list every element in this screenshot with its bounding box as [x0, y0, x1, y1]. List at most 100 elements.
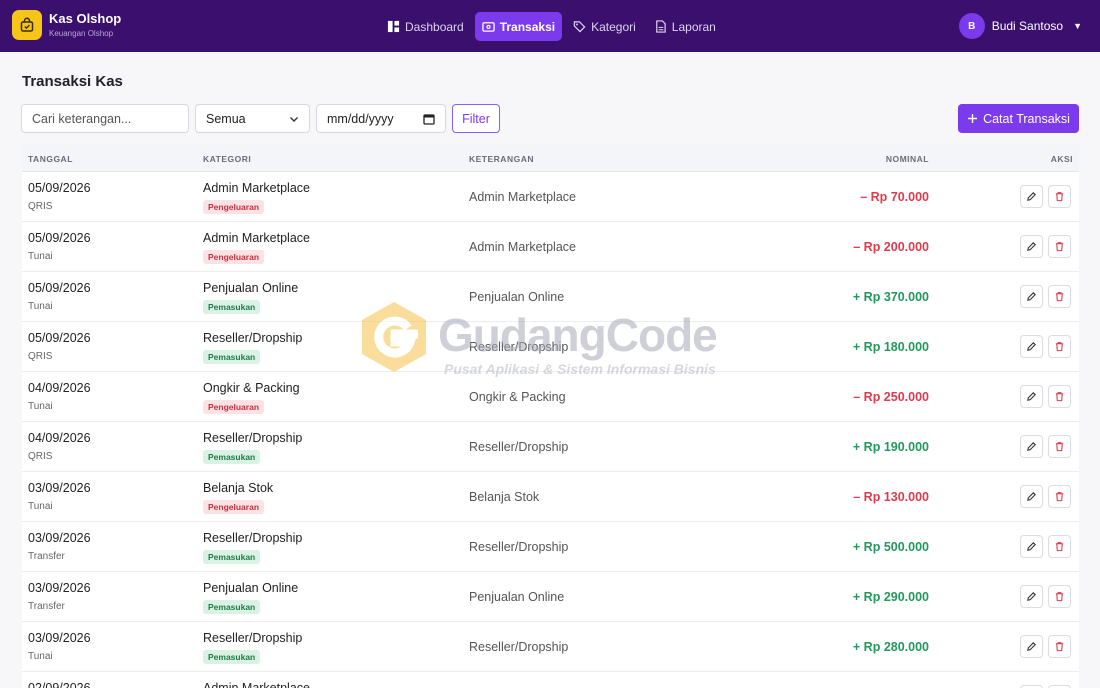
app-title: Kas Olshop: [49, 10, 122, 26]
pencil-icon: [1027, 292, 1036, 301]
row-category: Reseller/Dropship: [203, 631, 303, 645]
pencil-icon: [1027, 642, 1036, 651]
trash-icon: [1055, 392, 1064, 402]
search-input[interactable]: Cari keterangan...: [21, 104, 189, 133]
grid-icon: [387, 20, 400, 33]
row-category: Admin Marketplace: [203, 681, 310, 688]
row-category: Reseller/Dropship: [203, 531, 303, 545]
nav-kategori[interactable]: Kategori: [566, 12, 643, 41]
delete-button[interactable]: [1048, 385, 1071, 408]
row-note: Reseller/Dropship: [469, 640, 569, 654]
app-subtitle: Keuangan Olshop: [49, 28, 114, 38]
edit-button[interactable]: [1020, 635, 1043, 658]
brand[interactable]: Kas Olshop Keuangan Olshop: [12, 10, 121, 40]
pencil-icon: [1027, 192, 1036, 201]
edit-button[interactable]: [1020, 585, 1043, 608]
row-amount: + Rp 180.000: [852, 340, 929, 354]
chevron-down-icon: [290, 116, 298, 122]
date-input[interactable]: mm/dd/yyyy: [316, 104, 446, 133]
row-category: Admin Marketplace: [203, 231, 310, 245]
type-badge: Pemasukan: [203, 300, 261, 314]
pencil-icon: [1027, 542, 1036, 551]
table-row: 05/09/2026 Tunai Admin Marketplace Penge…: [22, 222, 1079, 272]
nav-label: Transaksi: [499, 19, 556, 34]
user-name: Budi Santoso: [991, 19, 1064, 33]
nav-transaksi[interactable]: Transaksi: [474, 12, 563, 41]
edit-button[interactable]: [1020, 235, 1043, 258]
row-category: Admin Marketplace: [203, 181, 310, 195]
type-badge: Pengeluaran: [203, 400, 265, 414]
type-badge: Pengeluaran: [203, 200, 265, 214]
row-date: 05/09/2026: [28, 331, 91, 345]
row-category: Penjualan Online: [203, 581, 299, 595]
row-amount: – Rp 200.000: [853, 240, 929, 254]
delete-button[interactable]: [1048, 535, 1071, 558]
row-date: 02/09/2026: [28, 681, 91, 688]
delete-button[interactable]: [1048, 335, 1071, 358]
trash-icon: [1055, 492, 1064, 502]
type-badge: Pengeluaran: [203, 500, 265, 514]
add-transaction-button[interactable]: Catat Transaksi: [958, 104, 1079, 133]
edit-button[interactable]: [1020, 335, 1043, 358]
nav-laporan[interactable]: Laporan: [647, 12, 723, 41]
avatar: B: [958, 13, 985, 39]
top-navbar: Kas Olshop Keuangan Olshop Dashboard Tra…: [0, 0, 1100, 52]
row-note: Reseller/Dropship: [469, 440, 569, 454]
edit-button[interactable]: [1020, 285, 1043, 308]
delete-button[interactable]: [1048, 285, 1071, 308]
row-payment-method: Transfer: [28, 551, 65, 562]
header-category: KATEGORI: [203, 154, 252, 164]
edit-button[interactable]: [1020, 435, 1043, 458]
edit-button[interactable]: [1020, 485, 1043, 508]
user-menu[interactable]: B Budi Santoso ▼: [958, 13, 1082, 39]
edit-button[interactable]: [1020, 385, 1043, 408]
pencil-icon: [1027, 242, 1036, 251]
filter-button[interactable]: Filter: [452, 104, 500, 133]
row-payment-method: Tunai: [28, 501, 53, 512]
delete-button[interactable]: [1048, 585, 1071, 608]
row-category: Reseller/Dropship: [203, 331, 303, 345]
add-transaction-label: Catat Transaksi: [983, 111, 1070, 126]
nav-label: Laporan: [671, 19, 716, 34]
type-select-value: Semua: [206, 111, 246, 126]
main-nav: Dashboard Transaksi Kategori Laporan: [380, 12, 723, 41]
header-amount: NOMINAL: [885, 154, 929, 164]
table-row: 03/09/2026 Tunai Belanja Stok Pengeluara…: [22, 472, 1079, 522]
type-badge: Pemasukan: [203, 600, 261, 614]
trash-icon: [1055, 192, 1064, 202]
row-amount: + Rp 370.000: [852, 290, 929, 304]
row-note: Belanja Stok: [469, 490, 540, 504]
row-note: Ongkir & Packing: [469, 390, 566, 404]
trash-icon: [1055, 642, 1064, 652]
table-body: 05/09/2026 QRIS Admin Marketplace Pengel…: [22, 172, 1079, 688]
table-row: 03/09/2026 Tunai Reseller/Dropship Pemas…: [22, 622, 1079, 672]
row-category: Penjualan Online: [203, 281, 299, 295]
transactions-table: TANGGAL KATEGORI KETERANGAN NOMINAL AKSI…: [22, 145, 1079, 688]
type-badge: Pemasukan: [203, 650, 261, 664]
pencil-icon: [1027, 392, 1036, 401]
table-row: 03/09/2026 Transfer Reseller/Dropship Pe…: [22, 522, 1079, 572]
pencil-icon: [1027, 342, 1036, 351]
delete-button[interactable]: [1048, 185, 1071, 208]
row-amount: + Rp 500.000: [852, 540, 929, 554]
row-note: Reseller/Dropship: [469, 540, 569, 554]
delete-button[interactable]: [1048, 235, 1071, 258]
delete-button[interactable]: [1048, 635, 1071, 658]
row-payment-method: Tunai: [28, 651, 53, 662]
tag-icon: [573, 21, 586, 33]
delete-button[interactable]: [1048, 485, 1071, 508]
nav-dashboard[interactable]: Dashboard: [380, 12, 471, 41]
edit-button[interactable]: [1020, 185, 1043, 208]
row-date: 03/09/2026: [28, 531, 91, 545]
type-select[interactable]: Semua: [195, 104, 310, 133]
delete-button[interactable]: [1048, 435, 1071, 458]
header-date: TANGGAL: [28, 154, 73, 164]
edit-button[interactable]: [1020, 535, 1043, 558]
type-badge: Pemasukan: [203, 350, 261, 364]
trash-icon: [1055, 342, 1064, 352]
table-row: 04/09/2026 QRIS Reseller/Dropship Pemasu…: [22, 422, 1079, 472]
pencil-icon: [1027, 492, 1036, 501]
row-note: Admin Marketplace: [469, 190, 576, 204]
table-row: 05/09/2026 QRIS Reseller/Dropship Pemasu…: [22, 322, 1079, 372]
filter-toolbar: Cari keterangan... Semua mm/dd/yyyy Filt…: [21, 104, 1079, 133]
